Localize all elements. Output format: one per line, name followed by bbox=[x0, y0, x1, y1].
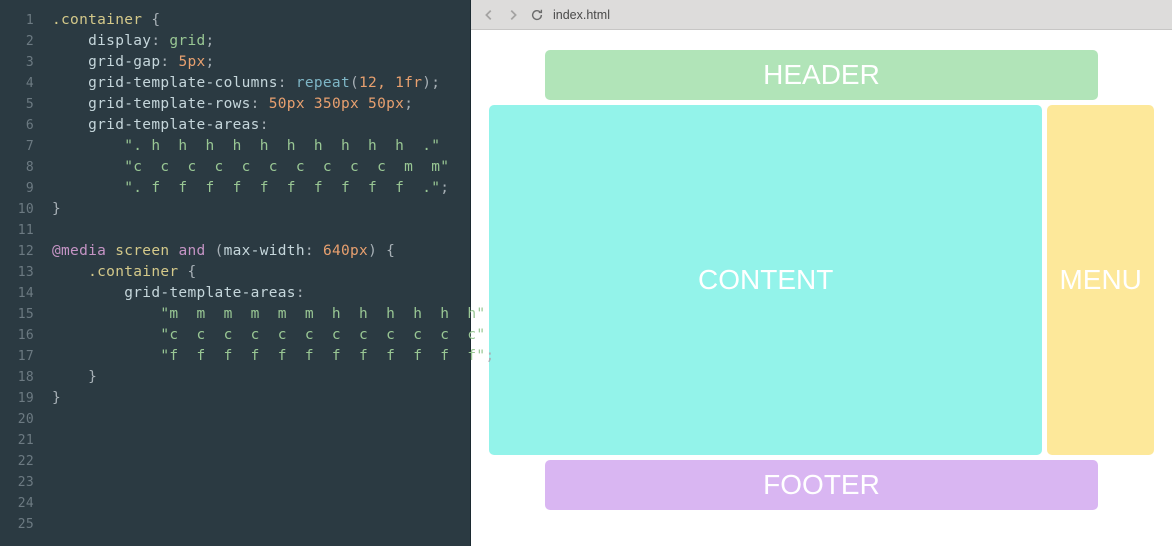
browser-toolbar: index.html bbox=[471, 0, 1172, 30]
code-content[interactable]: .container { display: grid; grid-gap: 5p… bbox=[52, 10, 470, 409]
footer-region: FOOTER bbox=[545, 460, 1098, 510]
back-icon[interactable] bbox=[481, 7, 497, 23]
grid-container: HEADER CONTENT MENU FOOTER bbox=[489, 50, 1154, 526]
content-region: CONTENT bbox=[489, 105, 1042, 455]
rendered-page: HEADER CONTENT MENU FOOTER bbox=[471, 30, 1172, 546]
forward-icon[interactable] bbox=[505, 7, 521, 23]
menu-region: MENU bbox=[1047, 105, 1154, 455]
code-editor[interactable]: 123 456 789 101112 131415 161718 192021 … bbox=[0, 0, 470, 546]
line-number-gutter: 123 456 789 101112 131415 161718 192021 … bbox=[0, 10, 42, 535]
browser-preview: index.html HEADER CONTENT MENU FOOTER bbox=[470, 0, 1172, 546]
reload-icon[interactable] bbox=[529, 7, 545, 23]
header-region: HEADER bbox=[545, 50, 1098, 100]
address-text: index.html bbox=[553, 8, 610, 22]
